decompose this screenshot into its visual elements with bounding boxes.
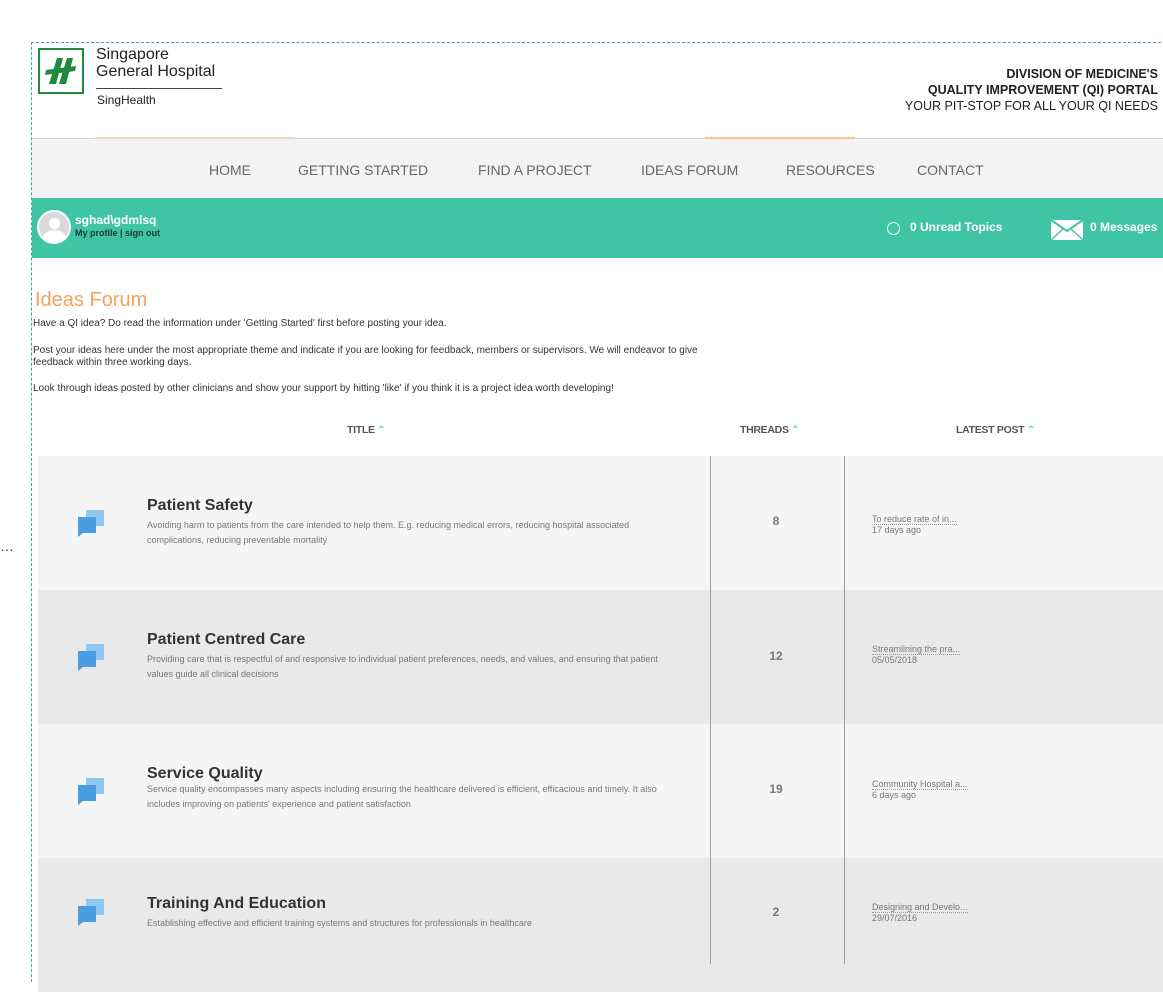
profile-links: My profile | sign out xyxy=(75,228,160,238)
chat-bubbles-icon xyxy=(76,642,106,677)
latest-post-date: 05/05/2018 xyxy=(872,655,918,665)
unread-circle-icon[interactable] xyxy=(887,222,900,235)
latest-post-link[interactable]: Streamlining the pra... xyxy=(872,644,961,655)
nav-getting-started[interactable]: GETTING STARTED xyxy=(298,162,428,178)
envelope-icon[interactable] xyxy=(1050,219,1084,246)
division-title: DIVISION OF MEDICINE'S xyxy=(1006,67,1158,81)
latest-post-date: 17 days ago xyxy=(872,525,922,535)
column-divider xyxy=(844,456,845,964)
row-description: Service quality encompasses many aspects… xyxy=(147,784,657,809)
nav-accent xyxy=(95,137,295,139)
latest-post-date: 6 days ago xyxy=(872,790,917,800)
column-header-title-label: TITLE xyxy=(347,424,375,436)
column-header-title[interactable]: TITLE ⌃ xyxy=(347,424,386,436)
row-title[interactable]: Patient Safety xyxy=(147,497,253,515)
nav-ideas-forum[interactable]: IDEAS FORUM xyxy=(641,162,738,178)
row-title[interactable]: Training And Education xyxy=(147,895,326,913)
main-nav xyxy=(32,138,1163,199)
portal-tagline: YOUR PIT-STOP FOR ALL YOUR QI NEEDS xyxy=(904,99,1158,113)
latest-post-link[interactable]: To reduce rate of in... xyxy=(872,514,957,525)
unread-topics-link[interactable]: 0 Unread Topics xyxy=(910,220,1002,234)
chat-bubbles-icon xyxy=(76,508,106,543)
ellipsis-marker: … xyxy=(0,538,15,554)
chat-bubbles-icon xyxy=(76,897,106,932)
row-description: Providing care that is respectful of and… xyxy=(147,654,658,679)
column-header-threads-label: THREADS xyxy=(740,424,789,436)
nav-home[interactable]: HOME xyxy=(209,162,251,178)
row-threads-count: 2 xyxy=(772,905,780,919)
nav-find-a-project[interactable]: FIND A PROJECT xyxy=(478,162,592,178)
nav-contact[interactable]: CONTACT xyxy=(917,162,984,178)
chat-bubbles-icon xyxy=(76,776,106,811)
row-description: Establishing effective and efficient tra… xyxy=(147,918,532,928)
latest-post-link[interactable]: Designing and Develo... xyxy=(872,902,968,913)
sort-arrow-icon: ⌃ xyxy=(377,425,386,436)
row-title[interactable]: Service Quality xyxy=(147,765,263,783)
row-title[interactable]: Patient Centred Care xyxy=(147,631,305,649)
hospital-name-line2: General Hospital xyxy=(96,63,216,80)
nav-accent xyxy=(705,137,855,139)
latest-post-link[interactable]: Community Hospital a... xyxy=(872,779,968,790)
row-threads-count: 8 xyxy=(772,514,780,528)
intro-text-1: Have a QI idea? Do read the information … xyxy=(33,318,447,329)
column-header-threads[interactable]: THREADS ⌃ xyxy=(740,424,800,436)
row-description: Avoiding harm to patients from the care … xyxy=(147,520,630,545)
latest-post-date: 29/07/2016 xyxy=(872,913,918,923)
sgh-logo-icon xyxy=(38,48,84,94)
row-latest-post: Community Hospital a... 6 days ago xyxy=(872,779,968,801)
column-header-latest-label: LATEST POST xyxy=(956,424,1025,436)
page-title: Ideas Forum xyxy=(35,289,148,311)
logo-divider xyxy=(96,88,222,89)
intro-text-2: Post your ideas here under the most appr… xyxy=(33,345,698,368)
messages-link[interactable]: 0 Messages xyxy=(1090,220,1157,234)
row-threads-count: 12 xyxy=(769,649,783,663)
row-latest-post: Streamlining the pra... 05/05/2018 xyxy=(872,644,961,666)
username: sghad\gdmlsq xyxy=(75,213,157,227)
column-header-latest-post[interactable]: LATEST POST ⌃ xyxy=(956,424,1035,436)
sort-arrow-icon: ⌃ xyxy=(791,425,800,436)
portal-title: QUALITY IMPROVEMENT (QI) PORTAL xyxy=(927,83,1158,97)
portal-heading: DIVISION OF MEDICINE'S QUALITY IMPROVEME… xyxy=(905,66,1158,114)
row-latest-post: Designing and Develo... 29/07/2016 xyxy=(872,902,968,924)
avatar[interactable] xyxy=(37,210,71,244)
row-threads-count: 19 xyxy=(769,782,783,796)
nav-resources[interactable]: RESOURCES xyxy=(786,162,875,178)
row-latest-post: To reduce rate of in... 17 days ago xyxy=(872,514,957,536)
sort-arrow-icon: ⌃ xyxy=(1026,425,1035,436)
sign-out-link[interactable]: sign out xyxy=(125,228,160,238)
hospital-name-line1: Singapore xyxy=(96,46,169,63)
intro-text-3: Look through ideas posted by other clini… xyxy=(33,383,614,394)
singhealth-label: SingHealth xyxy=(97,93,156,107)
column-divider xyxy=(710,456,711,964)
my-profile-link[interactable]: My profile xyxy=(75,228,118,238)
hospital-name: Singapore General Hospital xyxy=(96,46,215,80)
link-separator: | xyxy=(117,228,126,238)
